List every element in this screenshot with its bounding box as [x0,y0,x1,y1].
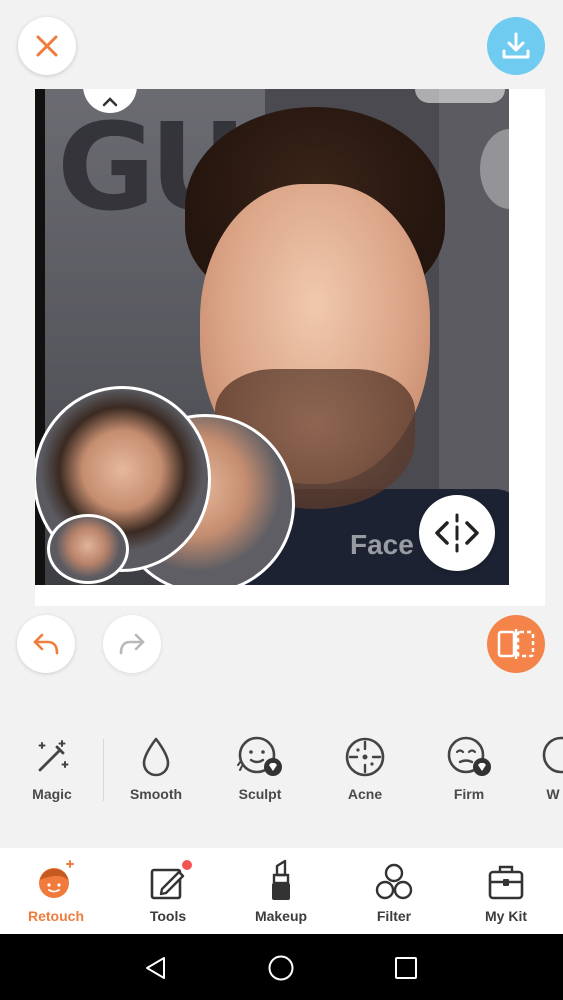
undo-button[interactable] [17,615,75,673]
bottom-navigation: Retouch Tools Makeup Filter My Kit [0,848,563,934]
photo-watermark: Face [350,529,414,560]
system-navigation-bar [0,934,563,1000]
notification-dot [182,860,192,870]
system-home-button[interactable] [263,950,299,986]
home-circle-icon [268,955,294,981]
system-recents-button[interactable] [388,950,424,986]
retouch-tool-strip: Magic Smooth Sculpt Acne Firm W [0,730,563,820]
tool-sculpt[interactable]: Sculpt [210,730,310,820]
tool-magic[interactable]: Magic [2,730,102,820]
tool-label: Sculpt [238,786,282,802]
compare-icon [497,629,535,659]
back-triangle-icon [146,957,165,979]
lipstick-icon [272,859,290,900]
close-button[interactable] [18,17,76,75]
photo-editor-screen: GUE Face Magic Smooth Sculpt Acne Firm W… [0,0,563,1000]
nav-filter[interactable]: Filter [338,848,450,934]
retouch-face-icon [39,860,74,898]
filter-circles-icon [375,863,413,900]
nav-tools[interactable]: Tools [112,848,224,934]
tool-label: W [546,786,560,802]
nav-label: Tools [149,908,187,924]
face-firm-icon [447,736,491,776]
chevron-up-icon [102,97,118,107]
nav-label: Retouch [28,908,84,924]
recents-square-icon [395,957,417,979]
tool-smooth[interactable]: Smooth [106,730,206,820]
nav-label: Filter [376,908,412,924]
nav-makeup[interactable]: Makeup [225,848,337,934]
nav-retouch[interactable]: Retouch [0,848,112,934]
tool-label: Magic [32,786,72,802]
nav-my-kit[interactable]: My Kit [450,848,562,934]
tool-label: Smooth [129,786,183,802]
kit-box-icon [488,865,524,900]
tool-divider [103,739,104,801]
system-back-button[interactable] [138,950,174,986]
preview-bubble-small [47,514,129,584]
portrait-photo: GUE Face [35,89,509,585]
download-button[interactable] [487,17,545,75]
tool-firm[interactable]: Firm [419,730,519,820]
split-arrows-icon [435,513,479,553]
tool-label: Acne [347,786,383,802]
split-compare-handle[interactable] [419,495,495,571]
download-icon [502,32,530,59]
nav-label: My Kit [485,908,527,924]
partial-icon [542,736,563,774]
face-sculpt-icon [237,736,282,776]
compare-button[interactable] [487,615,545,673]
tool-partial[interactable]: W [523,730,563,820]
acne-icon [345,737,385,777]
close-icon [36,35,58,57]
drop-icon [142,737,170,777]
redo-icon [119,633,145,655]
tool-acne[interactable]: Acne [315,730,415,820]
redo-button[interactable] [103,615,161,673]
photo-canvas[interactable]: GUE Face [35,89,545,606]
magic-wand-icon [38,740,69,772]
undo-icon [33,633,59,655]
nav-label: Makeup [254,908,308,924]
tool-label: Firm [453,786,485,802]
